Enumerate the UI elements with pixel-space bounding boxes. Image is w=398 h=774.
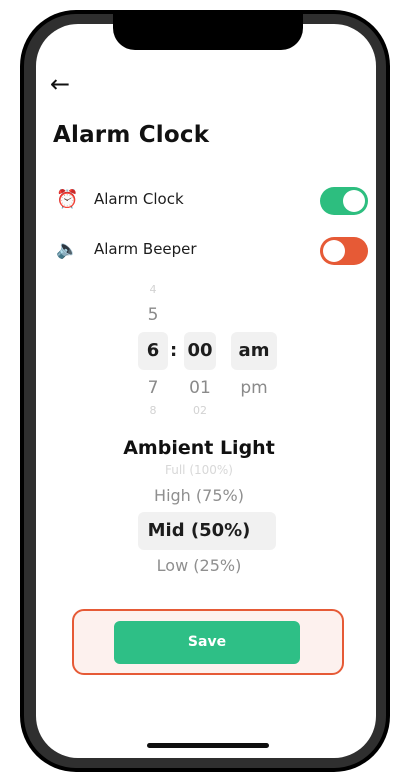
hour-option-below[interactable]: 7 xyxy=(138,378,168,398)
setting-row-alarm-beeper: 🔈 Alarm Beeper xyxy=(56,235,368,265)
speaker-icon: 🔈 xyxy=(56,239,79,260)
home-indicator xyxy=(147,743,269,748)
ambient-light-title: Ambient Light xyxy=(123,437,275,459)
alarm-clock-label: Alarm Clock xyxy=(94,190,184,208)
alarm-clock-toggle[interactable] xyxy=(320,187,368,215)
page-title: Alarm Clock xyxy=(53,122,210,148)
phone-notch xyxy=(113,10,303,50)
toggle-knob xyxy=(323,240,345,262)
hour-option-faint-above[interactable]: 4 xyxy=(138,283,168,296)
light-option-faint-above[interactable]: Full (100%) xyxy=(0,463,398,477)
light-option-selected[interactable]: Mid (50%) xyxy=(0,520,398,541)
hour-option-above[interactable]: 5 xyxy=(138,305,168,325)
period-selected[interactable]: am xyxy=(231,340,277,361)
alarm-clock-icon: ⏰ xyxy=(56,189,79,210)
save-button[interactable]: Save xyxy=(114,621,300,664)
period-option-below[interactable]: pm xyxy=(231,378,277,398)
back-arrow-icon[interactable]: ← xyxy=(50,72,70,96)
alarm-beeper-label: Alarm Beeper xyxy=(94,240,197,258)
light-option-low[interactable]: Low (25%) xyxy=(0,556,398,575)
minute-option-faint-below[interactable]: 02 xyxy=(184,404,216,417)
toggle-knob xyxy=(343,190,365,212)
hour-selected[interactable]: 6 xyxy=(138,340,168,361)
setting-row-alarm-clock: ⏰ Alarm Clock xyxy=(56,185,368,215)
hour-option-faint-below[interactable]: 8 xyxy=(138,404,168,417)
alarm-beeper-toggle[interactable] xyxy=(320,237,368,265)
minute-option-below[interactable]: 01 xyxy=(184,378,216,398)
light-option-high[interactable]: High (75%) xyxy=(0,486,398,505)
time-separator: : xyxy=(170,340,178,361)
minute-selected[interactable]: 00 xyxy=(184,340,216,361)
